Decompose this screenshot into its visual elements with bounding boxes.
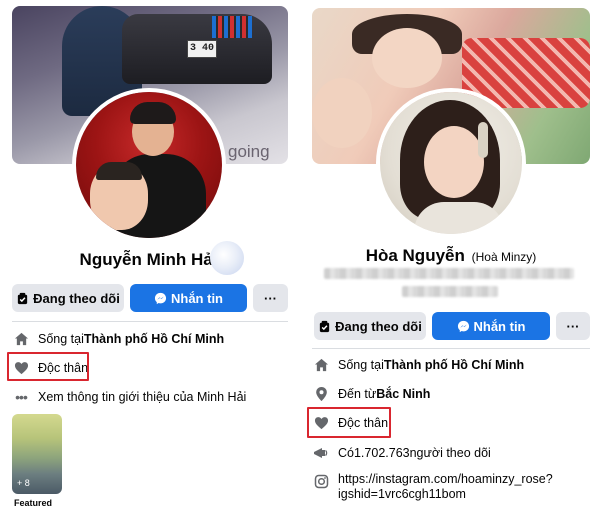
blurred-bio-line bbox=[324, 268, 574, 279]
more-button[interactable]: ··· bbox=[253, 284, 288, 312]
profile-name: Hòa Nguyễn (Hoà Minzy) bbox=[365, 246, 537, 265]
license-plate: 3 40 bbox=[187, 40, 217, 58]
more-icon: ··· bbox=[566, 318, 580, 334]
messenger-icon bbox=[154, 292, 167, 304]
cover-text: going bbox=[228, 142, 270, 161]
lives-in-link[interactable]: Thành phố Hồ Chí Minh bbox=[384, 358, 524, 372]
info-lives-in: Sống tại Thành phố Hồ Chí Minh bbox=[12, 330, 224, 348]
instagram-icon bbox=[312, 472, 330, 490]
home-icon bbox=[312, 356, 330, 374]
lives-in-link[interactable]: Thành phố Hồ Chí Minh bbox=[84, 332, 224, 346]
blurred-bio-line bbox=[402, 286, 498, 297]
followers-icon bbox=[312, 444, 330, 462]
instagram-link[interactable]: https://instagram.com/hoaminzy_rose? igs… bbox=[338, 472, 553, 502]
message-button[interactable]: Nhắn tin bbox=[432, 312, 550, 340]
profile-alternate-name: (Hoà Minzy) bbox=[471, 250, 537, 264]
info-instagram: https://instagram.com/hoaminzy_rose? igs… bbox=[312, 472, 553, 502]
info-from: Đến từ Bắc Ninh bbox=[312, 385, 430, 403]
messenger-icon bbox=[457, 320, 469, 332]
location-pin-icon bbox=[312, 385, 330, 403]
from-link[interactable]: Bắc Ninh bbox=[376, 387, 430, 401]
loading-indicator bbox=[210, 241, 244, 275]
featured-label: Featured bbox=[14, 498, 53, 508]
profile-avatar[interactable] bbox=[376, 88, 526, 238]
relationship-highlight-box bbox=[7, 352, 89, 381]
info-lives-in: Sống tại Thành phố Hồ Chí Minh bbox=[312, 356, 524, 374]
following-button[interactable]: Đang theo dõi bbox=[314, 312, 426, 340]
divider bbox=[312, 348, 590, 349]
profile-panel-left: 3 40 going Nguyễn Minh Hải Đang theo dõi… bbox=[0, 0, 297, 512]
message-button[interactable]: Nhắn tin bbox=[130, 284, 247, 312]
profile-name: Nguyễn Minh Hải bbox=[79, 250, 218, 269]
more-dots-icon: ••• bbox=[15, 389, 28, 405]
featured-count: + 8 bbox=[17, 478, 30, 488]
home-icon bbox=[12, 330, 30, 348]
profile-avatar[interactable] bbox=[72, 88, 226, 242]
profile-panel-right: Hòa Nguyễn (Hoà Minzy) Đang theo dõi Nhắ… bbox=[302, 0, 600, 512]
info-followers: Có 1.702.763 người theo dõi bbox=[312, 444, 491, 462]
following-check-icon bbox=[320, 320, 330, 332]
more-icon: ··· bbox=[264, 290, 277, 306]
following-button[interactable]: Đang theo dõi bbox=[12, 284, 124, 312]
see-about-link[interactable]: ••• Xem thông tin giới thiệu của Minh Hả… bbox=[12, 388, 246, 406]
relationship-highlight-box bbox=[307, 407, 391, 438]
divider bbox=[12, 321, 288, 322]
followers-count: 1.702.763 bbox=[353, 446, 410, 460]
featured-thumbnail[interactable]: + 8 bbox=[12, 414, 62, 494]
more-button[interactable]: ··· bbox=[556, 312, 590, 340]
following-check-icon bbox=[18, 292, 28, 304]
